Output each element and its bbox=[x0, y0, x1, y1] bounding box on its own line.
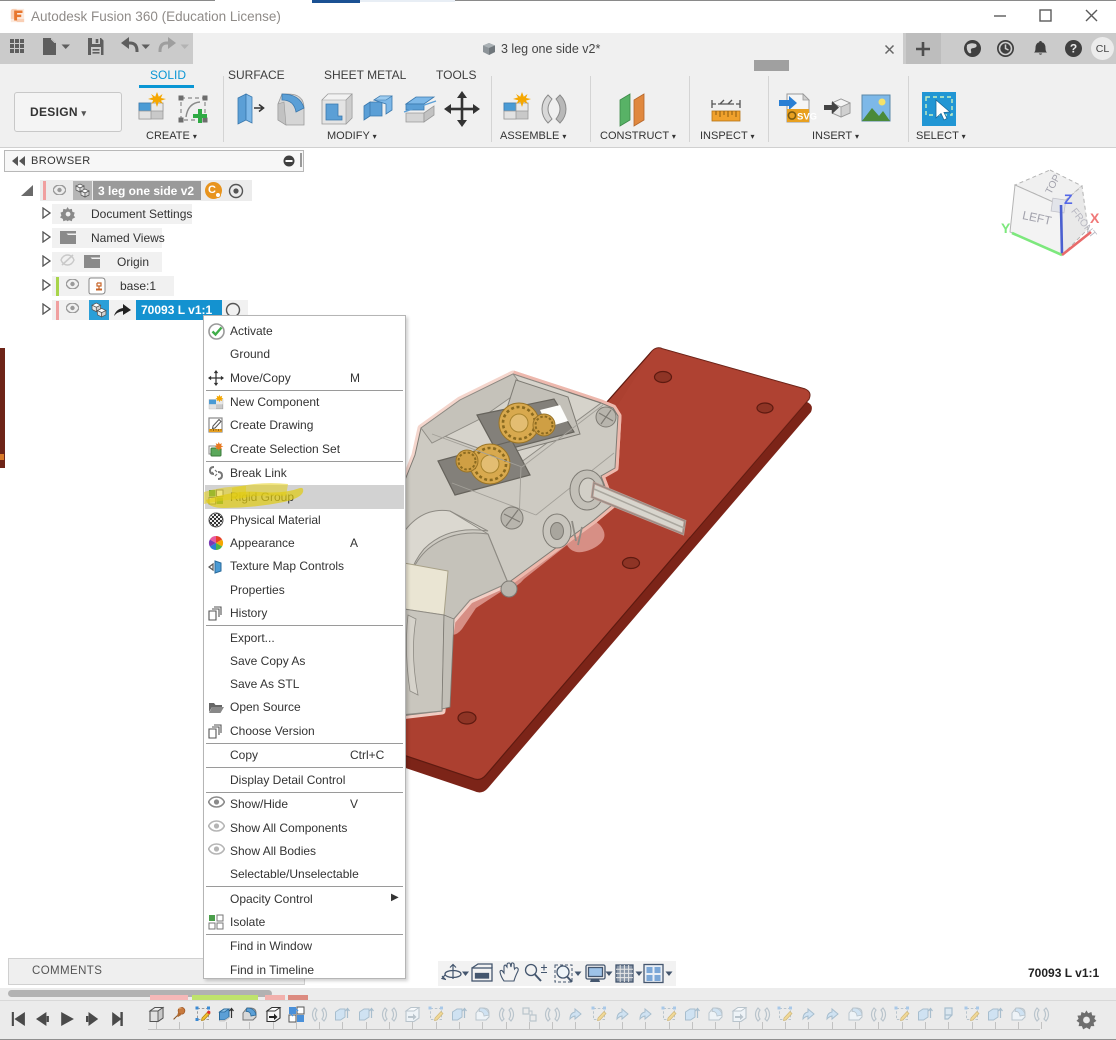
svg-text:Y: Y bbox=[1001, 220, 1011, 236]
svg-text:?: ? bbox=[1070, 42, 1077, 56]
svg-text:X: X bbox=[1090, 210, 1100, 226]
svg-text:Z: Z bbox=[1064, 191, 1073, 207]
svg-text:SVG: SVG bbox=[797, 112, 817, 123]
